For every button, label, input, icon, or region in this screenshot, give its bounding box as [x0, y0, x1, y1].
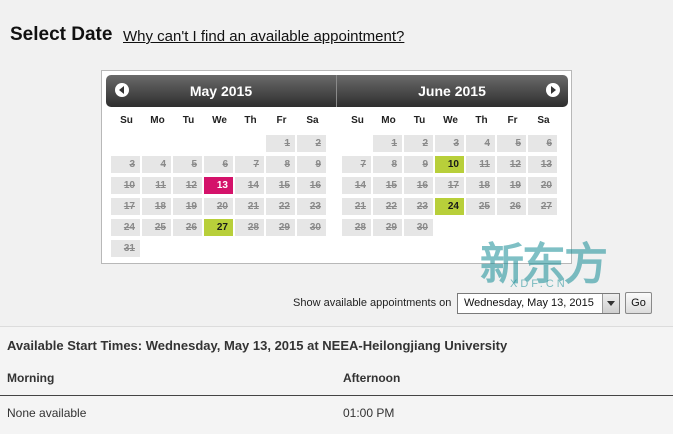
- calendar-day: 18: [142, 198, 171, 215]
- weekday-header: Su: [120, 115, 133, 126]
- calendar-day: 17: [111, 198, 140, 215]
- calendar-day: 12: [173, 177, 202, 194]
- weekday-header: Mo: [381, 115, 396, 126]
- calendar-day: 11: [142, 177, 171, 194]
- calendar-day: 1: [373, 135, 402, 152]
- weekday-header: Mo: [150, 115, 165, 126]
- weekday-header: Sa: [537, 115, 550, 126]
- date-select-value: Wednesday, May 13, 2015: [464, 297, 594, 309]
- morning-value: None available: [7, 406, 87, 420]
- calendar-day: 2: [297, 135, 326, 152]
- calendar-day: 10: [111, 177, 140, 194]
- calendar-day: 20: [204, 198, 233, 215]
- date-select[interactable]: Wednesday, May 13, 2015: [457, 293, 620, 314]
- calendar-day: 18: [466, 177, 495, 194]
- month-title-june: June 2015: [418, 83, 486, 99]
- afternoon-time-slot[interactable]: 01:00 PM: [343, 406, 394, 420]
- page-title: Select Date: [10, 24, 113, 45]
- calendar-day: 22: [266, 198, 295, 215]
- chevron-down-icon[interactable]: [602, 294, 619, 313]
- afternoon-header: Afternoon: [343, 371, 401, 385]
- calendar-day: 30: [297, 219, 326, 236]
- calendar-day: 25: [142, 219, 171, 236]
- calendar-day: 7: [342, 156, 371, 173]
- go-button[interactable]: Go: [625, 292, 652, 314]
- calendar-day: 8: [373, 156, 402, 173]
- calendar-day[interactable]: 13: [204, 177, 233, 194]
- calendar-day: 19: [173, 198, 202, 215]
- calendar-day: 13: [528, 156, 557, 173]
- calendar-day: 16: [297, 177, 326, 194]
- show-label: Show available appointments on: [293, 297, 452, 309]
- calendar-day: 23: [404, 198, 433, 215]
- calendar-day: 12: [497, 156, 526, 173]
- calendar-day[interactable]: 27: [204, 219, 233, 236]
- next-month-icon[interactable]: [546, 83, 560, 97]
- calendar-day: 15: [266, 177, 295, 194]
- calendar-day: 28: [342, 219, 371, 236]
- weekday-header: Sa: [306, 115, 319, 126]
- calendar-day[interactable]: 24: [435, 198, 464, 215]
- calendar-day: 5: [497, 135, 526, 152]
- calendar-day: 29: [373, 219, 402, 236]
- calendar-day: 22: [373, 198, 402, 215]
- calendar-day: 1: [266, 135, 295, 152]
- calendar-day: 7: [235, 156, 264, 173]
- month-title-may: May 2015: [189, 83, 253, 99]
- calendar-day: 26: [173, 219, 202, 236]
- calendar-day: 14: [235, 177, 264, 194]
- calendar-day: 2: [404, 135, 433, 152]
- calendar-day: 6: [528, 135, 557, 152]
- watermark-logo: 新东方 XDF.CN: [480, 228, 650, 298]
- weekday-header: Th: [475, 115, 488, 126]
- calendar-day: 30: [404, 219, 433, 236]
- weekday-header: Fr: [276, 115, 287, 126]
- calendar-day: 9: [404, 156, 433, 173]
- calendar-day: 27: [528, 198, 557, 215]
- calendar-day: 20: [528, 177, 557, 194]
- weekday-header: Su: [351, 115, 364, 126]
- calendar-day: 3: [435, 135, 464, 152]
- calendar-day: 4: [466, 135, 495, 152]
- calendar-day: 31: [111, 240, 140, 257]
- times-panel: Available Start Times: Wednesday, May 13…: [0, 326, 673, 434]
- calendar-day: 6: [204, 156, 233, 173]
- weekday-header: Tu: [182, 115, 195, 126]
- calendar-day: 28: [235, 219, 264, 236]
- times-title: Available Start Times: Wednesday, May 13…: [7, 338, 508, 353]
- calendar-day: 21: [342, 198, 371, 215]
- calendar-day: 8: [266, 156, 295, 173]
- weekday-header: We: [443, 115, 458, 126]
- calendar-day: 3: [111, 156, 140, 173]
- calendar-day: 25: [466, 198, 495, 215]
- calendar-day: 15: [373, 177, 402, 194]
- watermark-sub: XDF.CN: [510, 278, 568, 290]
- weekday-header: Fr: [507, 115, 518, 126]
- calendar-day: 21: [235, 198, 264, 215]
- morning-header: Morning: [7, 371, 55, 385]
- calendar-day: 23: [297, 198, 326, 215]
- calendar-day: 11: [466, 156, 495, 173]
- calendar-day: 9: [297, 156, 326, 173]
- calendar-day: 4: [142, 156, 171, 173]
- calendar-day: 29: [266, 219, 295, 236]
- calendar-day: 14: [342, 177, 371, 194]
- weekday-header: Th: [244, 115, 257, 126]
- calendar-day: 24: [111, 219, 140, 236]
- calendar-day: 26: [497, 198, 526, 215]
- calendar-day: 17: [435, 177, 464, 194]
- calendar-day[interactable]: 10: [435, 156, 464, 173]
- calendar-day: 16: [404, 177, 433, 194]
- calendar-day: 5: [173, 156, 202, 173]
- weekday-header: We: [212, 115, 227, 126]
- calendar-header: May 2015 June 2015: [106, 75, 568, 107]
- help-link[interactable]: Why can't I find an available appointmen…: [123, 28, 404, 45]
- calendar-day: 19: [497, 177, 526, 194]
- weekday-header: Tu: [413, 115, 426, 126]
- divider: [0, 395, 673, 396]
